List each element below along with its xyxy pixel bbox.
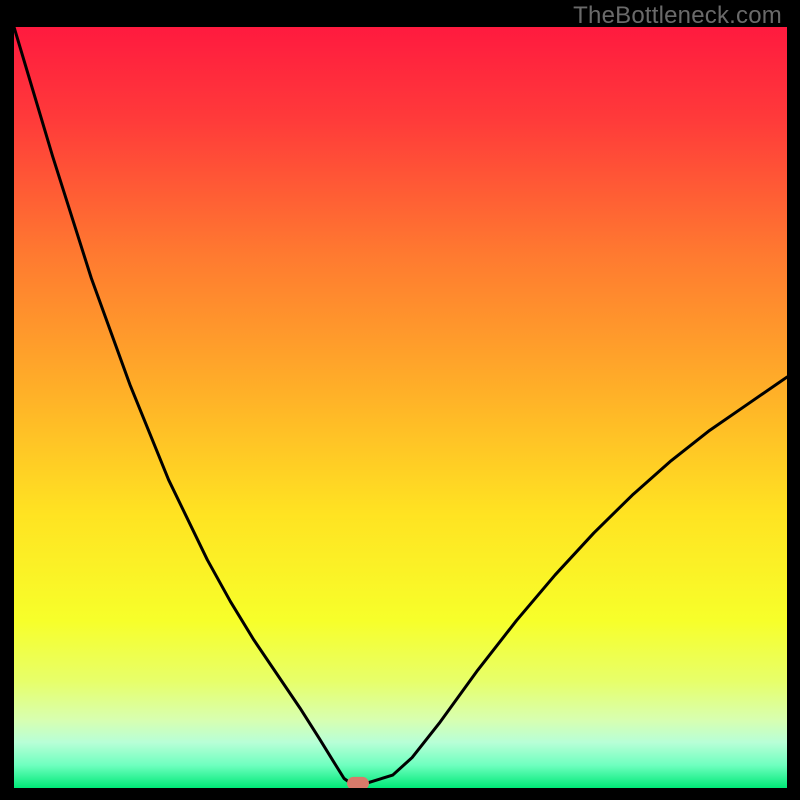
min-marker xyxy=(347,777,369,788)
plot-area xyxy=(14,27,787,788)
gradient-background xyxy=(14,27,787,788)
watermark: TheBottleneck.com xyxy=(573,2,782,30)
chart-svg xyxy=(14,27,787,788)
chart-container: TheBottleneck.com xyxy=(0,0,800,800)
